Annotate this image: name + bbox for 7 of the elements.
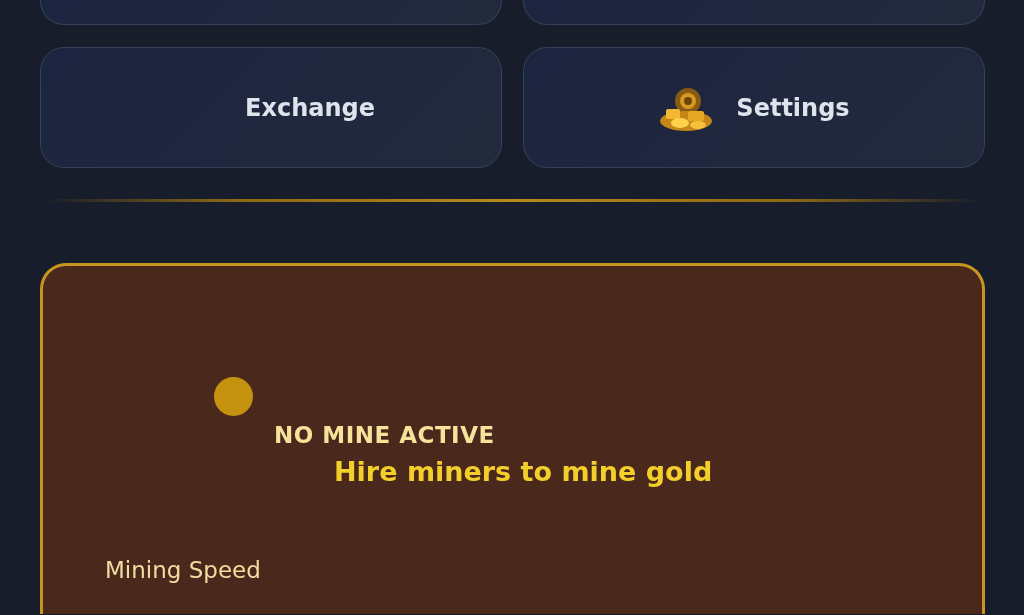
menu-button[interactable]: Exchange	[40, 47, 502, 168]
mine-status: NO MINE ACTIVE	[274, 422, 495, 448]
menu-button[interactable]	[523, 0, 985, 25]
menu-button[interactable]: Settings	[523, 47, 985, 168]
mine-hint: Hire miners to mine gold	[334, 456, 713, 487]
stat-label: Mining Speed	[105, 557, 261, 583]
menu-button[interactable]	[40, 0, 502, 25]
